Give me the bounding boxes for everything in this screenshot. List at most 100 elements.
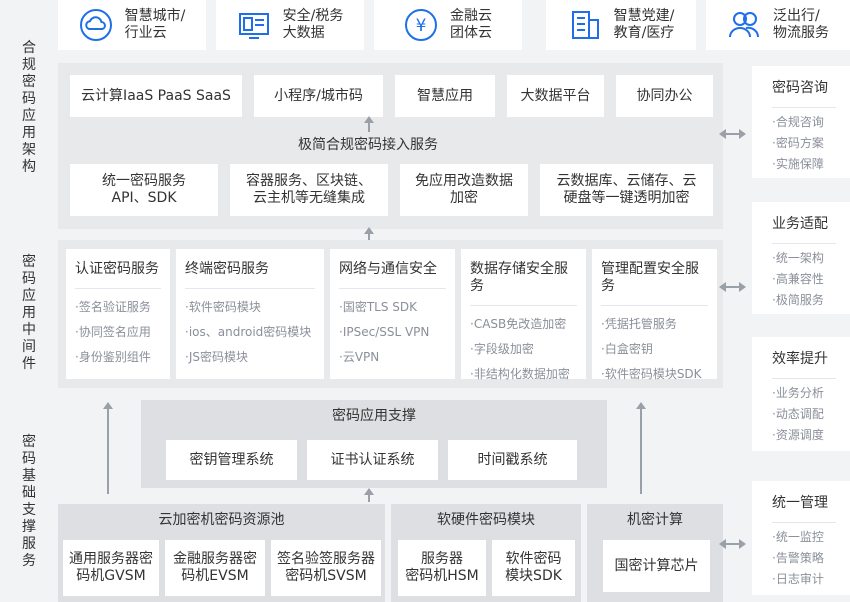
pool-item-line2: 码机GVSM bbox=[76, 568, 146, 584]
top-card-party-building: 智慧党建/教育/医疗 bbox=[546, 0, 696, 50]
right-card-title: 业务适配 bbox=[772, 202, 836, 244]
pool-item-gvsm: 通用服务器密 码机GVSM bbox=[63, 540, 159, 596]
access-service-title: 极简合规密码接入服务 bbox=[298, 137, 438, 153]
middleware-title: 认证密码服务 bbox=[75, 261, 159, 277]
right-card-item: ·统一架构 bbox=[772, 251, 824, 265]
monitor-icon bbox=[238, 13, 269, 39]
pool-item-sdk: 软件密码 模块SDK bbox=[492, 540, 575, 596]
pool-item-line1: 签名验签服务器 bbox=[277, 551, 375, 567]
right-card-item: ·业务分析 bbox=[772, 386, 824, 400]
right-card-item: ·合规咨询 bbox=[772, 115, 824, 129]
pool-item-line1: 服务器 bbox=[421, 551, 463, 567]
top-card-line1: 安全/税务 bbox=[282, 8, 344, 24]
pool-item-line1: 软件密码 bbox=[505, 551, 562, 567]
middleware-title: 网络与通信安全 bbox=[339, 261, 437, 277]
divider bbox=[185, 288, 315, 289]
middleware-col-auth: 认证密码服务 ·签名验证服务 ·协同签名应用 ·身份鉴别组件 bbox=[66, 249, 170, 379]
building-icon bbox=[571, 11, 599, 39]
middleware-item: ·ios、android密码模块 bbox=[185, 325, 312, 339]
pool-title: 软硬件密码模块 bbox=[437, 512, 535, 528]
top-card-smart-city: 智慧城市/行业云 bbox=[58, 0, 206, 50]
right-card-item: ·动态调配 bbox=[772, 407, 824, 421]
right-card-item: ·高兼容性 bbox=[772, 272, 824, 286]
support-cert-auth: 证书认证系统 bbox=[307, 440, 438, 480]
top-card-line2: 团体云 bbox=[450, 25, 492, 41]
right-card-item: ·密码方案 bbox=[772, 136, 824, 150]
app-box-office: 协同办公 bbox=[616, 75, 713, 117]
middleware-item: ·身份鉴别组件 bbox=[75, 350, 151, 364]
right-card-consulting: 密码咨询 ·合规咨询 ·密码方案 ·实施保障 bbox=[752, 66, 850, 178]
middleware-item: ·国密TLS SDK bbox=[339, 300, 417, 314]
right-card-item: ·统一监控 bbox=[772, 530, 824, 544]
top-card-security-tax: 安全/税务 大数据 bbox=[216, 0, 364, 50]
users-icon bbox=[729, 12, 760, 38]
service-box-no-modify: 免应用改造数据 加密 bbox=[400, 164, 528, 216]
middleware-item: ·非结构化数据加密 bbox=[470, 367, 570, 381]
right-card-title: 密码咨询 bbox=[772, 66, 836, 108]
right-card-adaptation: 业务适配 ·统一架构 ·高兼容性 ·极简服务 bbox=[752, 202, 850, 314]
app-box-bigdata: 大数据平台 bbox=[507, 75, 604, 117]
right-card-title: 统一管理 bbox=[772, 481, 836, 523]
divider bbox=[601, 305, 708, 306]
pool-item-hsm: 服务器 密码机HSM bbox=[398, 540, 486, 596]
right-card-title: 效率提升 bbox=[772, 337, 836, 379]
pool-item-line2: 密码机HSM bbox=[405, 568, 479, 584]
service-box-transparent: 云数据库、云储存、云 硬盘等一键透明加密 bbox=[540, 164, 713, 216]
divider bbox=[339, 288, 446, 289]
right-card-item: ·极简服务 bbox=[772, 293, 824, 307]
app-box-smart-app: 智慧应用 bbox=[395, 75, 495, 117]
divider bbox=[470, 305, 577, 306]
divider bbox=[75, 288, 161, 289]
pool-item-evsm: 金融服务器密 码机EVSM bbox=[165, 540, 265, 596]
top-card-line2: 大数据 bbox=[282, 25, 325, 41]
service-line1: 免应用改造数据 bbox=[415, 173, 513, 189]
pool-title: 云加密机密码资源池 bbox=[158, 512, 285, 528]
right-card-item: ·日志审计 bbox=[772, 572, 824, 586]
pool-item-chip: 国密计算芯片 bbox=[603, 540, 710, 592]
middleware-col-terminal: 终端密码服务 ·软件密码模块 ·ios、android密码模块 ·JS密码模块 bbox=[176, 249, 324, 379]
middleware-title: 数据存储安全服务 bbox=[470, 261, 568, 294]
service-line2: 云主机等无缝集成 bbox=[253, 190, 365, 206]
right-card-item: ·实施保障 bbox=[772, 157, 824, 171]
support-timestamp: 时间戳系统 bbox=[448, 440, 577, 480]
pool-title: 机密计算 bbox=[627, 512, 683, 528]
middleware-title: 管理配置安全服务 bbox=[601, 261, 699, 294]
middleware-item: ·软件密码模块SDK bbox=[601, 367, 702, 381]
arrow-up-icon bbox=[636, 402, 646, 494]
arrow-up-icon bbox=[103, 402, 113, 494]
arrow-up-icon bbox=[364, 488, 374, 502]
service-line2: 加密 bbox=[450, 190, 478, 206]
top-card-line1: 智慧城市/ bbox=[124, 8, 186, 24]
side-label-infrastructure: 密码基础支撑服务 bbox=[22, 434, 36, 569]
pool-item-line1: 金融服务器密 bbox=[173, 551, 257, 567]
middleware-col-network: 网络与通信安全 ·国密TLS SDK ·IPSec/SSL VPN ·云VPN bbox=[330, 249, 455, 379]
middleware-item: ·CASB免改造加密 bbox=[470, 317, 567, 331]
top-card-line2: 行业云 bbox=[124, 25, 167, 41]
middleware-col-storage: 数据存储安全服务 ·CASB免改造加密 ·字段级加密 ·非结构化数据加密 bbox=[461, 249, 586, 381]
middleware-item: ·IPSec/SSL VPN bbox=[339, 325, 430, 339]
service-line2: 硬盘等一键透明加密 bbox=[563, 190, 690, 206]
top-card-travel-logistics: 泛出行/物流服务 bbox=[706, 0, 850, 50]
side-label-compliance: 合规密码应用架构 bbox=[22, 40, 36, 175]
service-line1: 统一密码服务 bbox=[102, 173, 186, 189]
top-card-line1: 智慧党建/ bbox=[613, 8, 675, 24]
middleware-col-config: 管理配置安全服务 ·凭据托管服务 ·白盒密钥 ·软件密码模块SDK bbox=[592, 249, 717, 381]
app-box-miniprogram: 小程序/城市码 bbox=[254, 75, 383, 117]
pool-item-svsm: 签名验签服务器 密码机SVSM bbox=[271, 540, 381, 596]
service-line1: 云数据库、云储存、云 bbox=[556, 173, 697, 189]
middleware-item: ·云VPN bbox=[339, 350, 380, 364]
middleware-item: ·字段级加密 bbox=[470, 342, 534, 356]
service-box-container: 容器服务、区块链、 云主机等无缝集成 bbox=[230, 164, 388, 216]
support-key-mgmt: 密钥管理系统 bbox=[166, 440, 297, 480]
pool-item-line1: 通用服务器密 bbox=[69, 551, 153, 567]
svg-text:¥: ¥ bbox=[416, 16, 427, 36]
app-box-cloud: 云计算IaaS PaaS SaaS bbox=[70, 75, 242, 117]
right-card-item: ·资源调度 bbox=[772, 428, 824, 442]
top-card-line1: 泛出行/ bbox=[773, 8, 820, 24]
middleware-item: ·白盒密钥 bbox=[601, 342, 653, 356]
middleware-item: ·软件密码模块 bbox=[185, 300, 261, 314]
arrow-up-icon bbox=[364, 116, 374, 132]
middleware-title: 终端密码服务 bbox=[185, 261, 269, 277]
middleware-item: ·协同签名应用 bbox=[75, 325, 151, 339]
top-card-line2: 教育/医疗 bbox=[613, 25, 675, 41]
